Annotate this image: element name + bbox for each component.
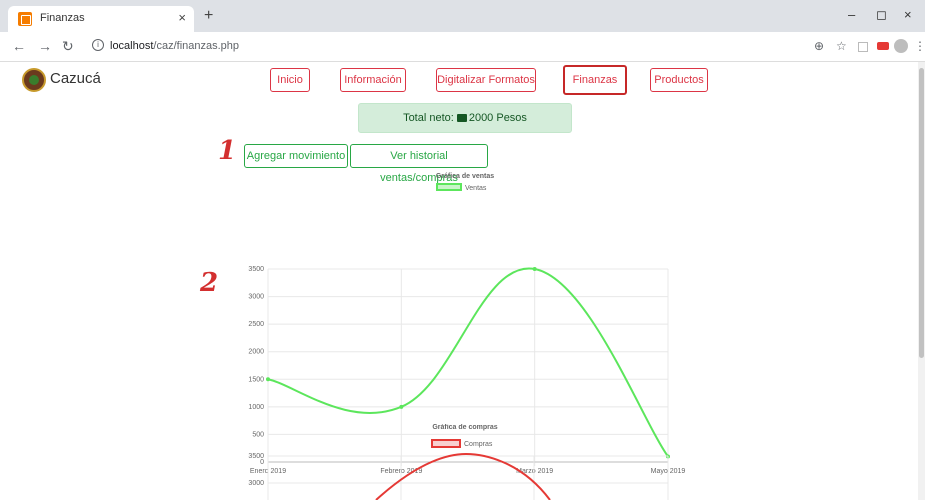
history-button[interactable]: Ver historial ventas/compras (350, 144, 488, 184)
purchases-legend-text[interactable]: Compras (464, 441, 493, 448)
scrollbar-thumb[interactable] (919, 68, 924, 358)
sales-data-point (266, 377, 270, 382)
tab-title: Finanzas (40, 12, 85, 24)
window-close-icon[interactable]: × (904, 7, 912, 22)
purchases-series-line (375, 452, 551, 500)
profile-avatar-icon[interactable] (894, 39, 908, 53)
minimize-icon[interactable]: – (848, 7, 855, 22)
bookmark-star-icon[interactable]: ☆ (836, 39, 847, 53)
browser-tab-bar: Finanzas × + – ◻ × (0, 0, 925, 32)
annotation-two: 2 (200, 268, 219, 298)
sales-ytick-label: 2500 (248, 321, 264, 328)
favicon-icon (18, 12, 32, 26)
nav-informacion-button[interactable]: Información (340, 68, 406, 92)
restore-icon[interactable]: ◻ (876, 7, 887, 23)
add-movement-button[interactable]: Agregar movimiento (244, 144, 348, 168)
purchases-swatch[interactable] (431, 439, 461, 448)
logo[interactable] (22, 68, 46, 92)
tab-close-icon[interactable]: × (178, 10, 186, 25)
sales-legend-label[interactable]: Ventas (465, 185, 487, 192)
purchases-title: Gráfica de compras (432, 424, 497, 431)
back-icon[interactable]: ← (12, 38, 26, 54)
sales-chart-title: Gráfica de ventas (436, 173, 494, 180)
sales-data-point (399, 404, 404, 409)
total-value: 2000 Pesos (468, 112, 527, 124)
total-label: Total neto: (403, 112, 454, 124)
url-host: localhost (110, 40, 154, 52)
nav-productos-button[interactable]: Productos (650, 68, 708, 92)
sales-ytick-label: 3500 (248, 266, 264, 273)
record-extension-icon[interactable] (877, 42, 889, 50)
page-content: Cazucá Inicio Información Digitalizar Fo… (0, 62, 925, 500)
url-field[interactable]: localhost/caz/finanzas.php (110, 40, 239, 52)
purchases-chart-svg: Gráfica de compras Compras 3500 3000 (248, 424, 669, 500)
annotation-one: 1 (218, 136, 237, 166)
total-alert: Total neto: 2000 Pesos (358, 103, 572, 133)
zoom-icon[interactable]: ⊕ (814, 39, 824, 53)
sales-legend-swatch[interactable] (436, 183, 462, 191)
purchases-ytick-label: 3000 (248, 480, 264, 487)
nav-finanzas-button[interactable]: Finanzas (563, 65, 627, 95)
browser-tab[interactable]: Finanzas × (8, 6, 194, 32)
address-bar: ← → ↻ i localhost/caz/finanzas.php ⊕ ☆ ⋮ (0, 32, 925, 62)
sales-data-point (532, 267, 537, 271)
nav-digitalizar-button[interactable]: Digitalizar Formatos (436, 68, 536, 92)
sales-ytick-label: 2000 (248, 349, 264, 356)
sales-ytick-label: 3000 (248, 294, 264, 301)
nav-inicio-button[interactable]: Inicio (270, 68, 310, 92)
info-icon[interactable]: i (92, 39, 104, 51)
url-path: /caz/finanzas.php (153, 40, 240, 52)
money-icon (456, 114, 467, 122)
sales-ytick-label: 1500 (248, 376, 264, 383)
scrollbar[interactable] (918, 62, 925, 500)
reload-icon[interactable]: ↻ (62, 38, 74, 55)
new-tab-icon[interactable]: + (204, 7, 213, 25)
brand-name[interactable]: Cazucá (50, 70, 101, 87)
forward-icon[interactable]: → (38, 38, 52, 54)
purchases-ytick-label: 3500 (248, 453, 264, 460)
extension-icon[interactable] (858, 42, 868, 52)
sales-ytick-label: 1000 (248, 404, 264, 411)
menu-dots-icon[interactable]: ⋮ (914, 39, 925, 53)
